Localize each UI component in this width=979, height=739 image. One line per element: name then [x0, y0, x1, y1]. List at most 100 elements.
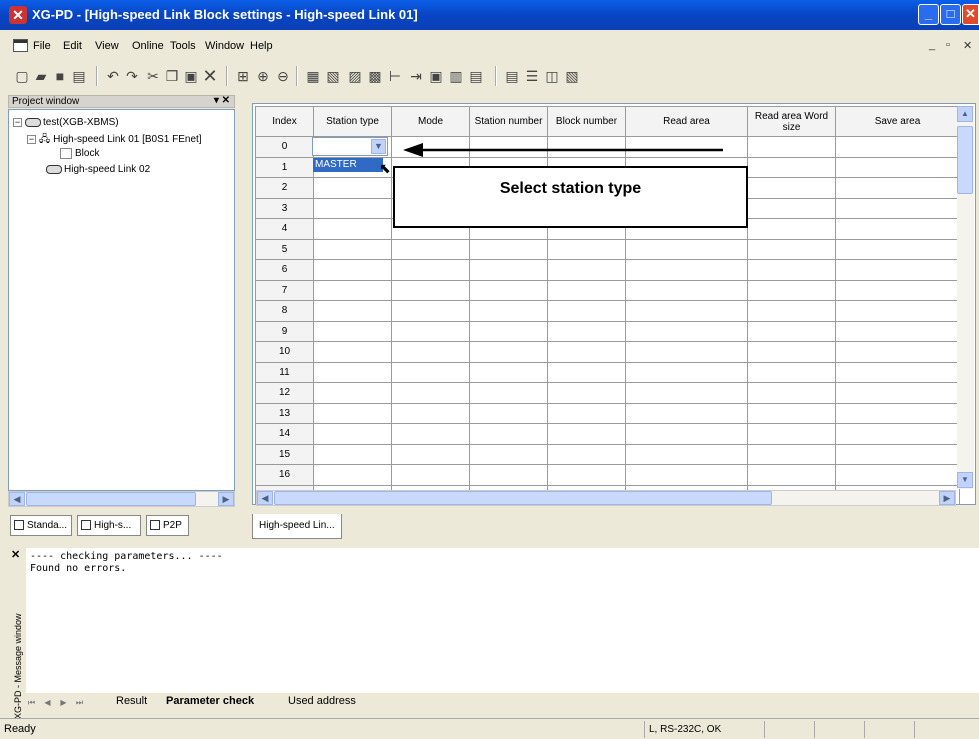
system-icon[interactable]: ▤ [467, 67, 485, 85]
minimize-button[interactable]: _ [918, 4, 939, 25]
menu-window[interactable]: Window [205, 40, 244, 52]
grid-vscrollbar[interactable]: ▲ ▼ [957, 106, 974, 489]
tile-horizontal-icon[interactable]: ☰ [523, 67, 541, 85]
menu-edit[interactable]: Edit [63, 40, 82, 52]
table-cell[interactable] [469, 423, 548, 445]
table-cell[interactable] [747, 218, 836, 240]
table-cell[interactable] [747, 443, 836, 465]
cut-icon[interactable]: ✂ [144, 67, 162, 85]
zoom-in-icon[interactable]: ⊕ [254, 67, 272, 85]
table-cell[interactable] [469, 341, 548, 363]
table-cell[interactable] [313, 423, 392, 445]
save-icon[interactable]: ■ [51, 67, 69, 85]
table-cell[interactable] [747, 320, 836, 342]
chevron-down-icon[interactable]: ▼ [371, 139, 386, 154]
table-cell[interactable] [469, 259, 548, 281]
table-cell[interactable] [547, 320, 626, 342]
table-cell[interactable] [313, 341, 392, 363]
table-cell[interactable] [391, 423, 470, 445]
table-cell[interactable] [391, 279, 470, 301]
table-cell[interactable] [835, 238, 960, 260]
table-cell[interactable] [469, 320, 548, 342]
copy-icon[interactable]: ❐ [163, 67, 181, 85]
table-cell[interactable] [391, 341, 470, 363]
tab-high-speed-link[interactable]: High-speed Lin... [252, 514, 342, 539]
table-cell[interactable] [625, 300, 748, 322]
first-tab-icon[interactable]: ⏮ [26, 697, 37, 708]
scroll-right-icon[interactable]: ▶ [939, 491, 955, 505]
diagnosis-icon[interactable]: ▥ [447, 67, 465, 85]
table-cell[interactable] [747, 136, 836, 158]
table-cell[interactable] [547, 259, 626, 281]
next-tab-icon[interactable]: ▶ [58, 697, 69, 708]
menu-tools[interactable]: Tools [170, 40, 196, 52]
arrange-icon[interactable]: ▧ [563, 67, 581, 85]
table-cell[interactable] [391, 402, 470, 424]
scroll-thumb[interactable] [957, 126, 973, 194]
table-row[interactable]: 16 [255, 464, 960, 486]
table-cell[interactable] [547, 402, 626, 424]
table-cell[interactable] [835, 464, 960, 486]
undo-icon[interactable]: ↶ [104, 67, 122, 85]
tree-item-project[interactable]: − test(XGB-XBMS) [13, 117, 119, 128]
maximize-button[interactable]: □ [940, 4, 961, 25]
scroll-thumb[interactable] [26, 492, 196, 506]
table-cell[interactable] [547, 300, 626, 322]
table-cell[interactable] [835, 259, 960, 281]
table-row[interactable]: 14 [255, 423, 960, 445]
table-cell[interactable] [547, 464, 626, 486]
table-cell[interactable] [835, 443, 960, 465]
scroll-down-icon[interactable]: ▼ [957, 472, 973, 488]
table-cell[interactable] [835, 423, 960, 445]
write-icon[interactable]: ▩ [366, 67, 384, 85]
table-cell[interactable] [547, 238, 626, 260]
table-cell[interactable] [313, 218, 392, 240]
table-cell[interactable] [835, 197, 960, 219]
table-cell[interactable] [391, 259, 470, 281]
table-row[interactable]: 11 [255, 361, 960, 383]
table-cell[interactable] [835, 156, 960, 178]
table-cell[interactable] [547, 423, 626, 445]
cascade-icon[interactable]: ▤ [503, 67, 521, 85]
table-cell[interactable] [391, 300, 470, 322]
collapse-icon[interactable]: − [13, 117, 22, 127]
table-row[interactable]: 10 [255, 341, 960, 363]
table-cell[interactable] [547, 443, 626, 465]
table-cell[interactable] [835, 382, 960, 404]
new-icon[interactable]: ▢ [13, 67, 31, 85]
table-cell[interactable] [747, 279, 836, 301]
table-cell[interactable] [747, 156, 836, 178]
table-cell[interactable] [747, 402, 836, 424]
table-cell[interactable] [391, 361, 470, 383]
menu-online[interactable]: Online [132, 40, 164, 52]
table-cell[interactable] [313, 402, 392, 424]
grid-hscrollbar[interactable]: ◀ ▶ [256, 490, 956, 506]
table-cell[interactable] [835, 218, 960, 240]
table-row[interactable]: 13 [255, 402, 960, 424]
table-row[interactable]: 5 [255, 238, 960, 260]
tree-item-block[interactable]: Block [60, 148, 99, 159]
table-cell[interactable] [313, 361, 392, 383]
menu-view[interactable]: View [95, 40, 119, 52]
table-cell[interactable] [747, 259, 836, 281]
table-cell[interactable] [625, 259, 748, 281]
scroll-left-icon[interactable]: ◀ [9, 492, 25, 506]
table-cell[interactable] [835, 177, 960, 199]
table-cell[interactable] [313, 443, 392, 465]
redo-icon[interactable]: ↷ [123, 67, 141, 85]
table-cell[interactable] [313, 259, 392, 281]
table-cell[interactable] [469, 402, 548, 424]
table-cell[interactable] [747, 361, 836, 383]
table-cell[interactable] [469, 238, 548, 260]
table-cell[interactable] [391, 464, 470, 486]
dropdown-option-master[interactable]: MASTER [313, 158, 383, 172]
table-cell[interactable] [747, 300, 836, 322]
table-cell[interactable] [747, 341, 836, 363]
table-cell[interactable] [835, 361, 960, 383]
table-cell[interactable] [625, 402, 748, 424]
zoom-out-icon[interactable]: ⊖ [274, 67, 292, 85]
table-cell[interactable] [835, 402, 960, 424]
project-window-close-icon[interactable]: ▾ ✕ [214, 95, 230, 106]
table-cell[interactable] [747, 177, 836, 199]
table-cell[interactable] [835, 320, 960, 342]
